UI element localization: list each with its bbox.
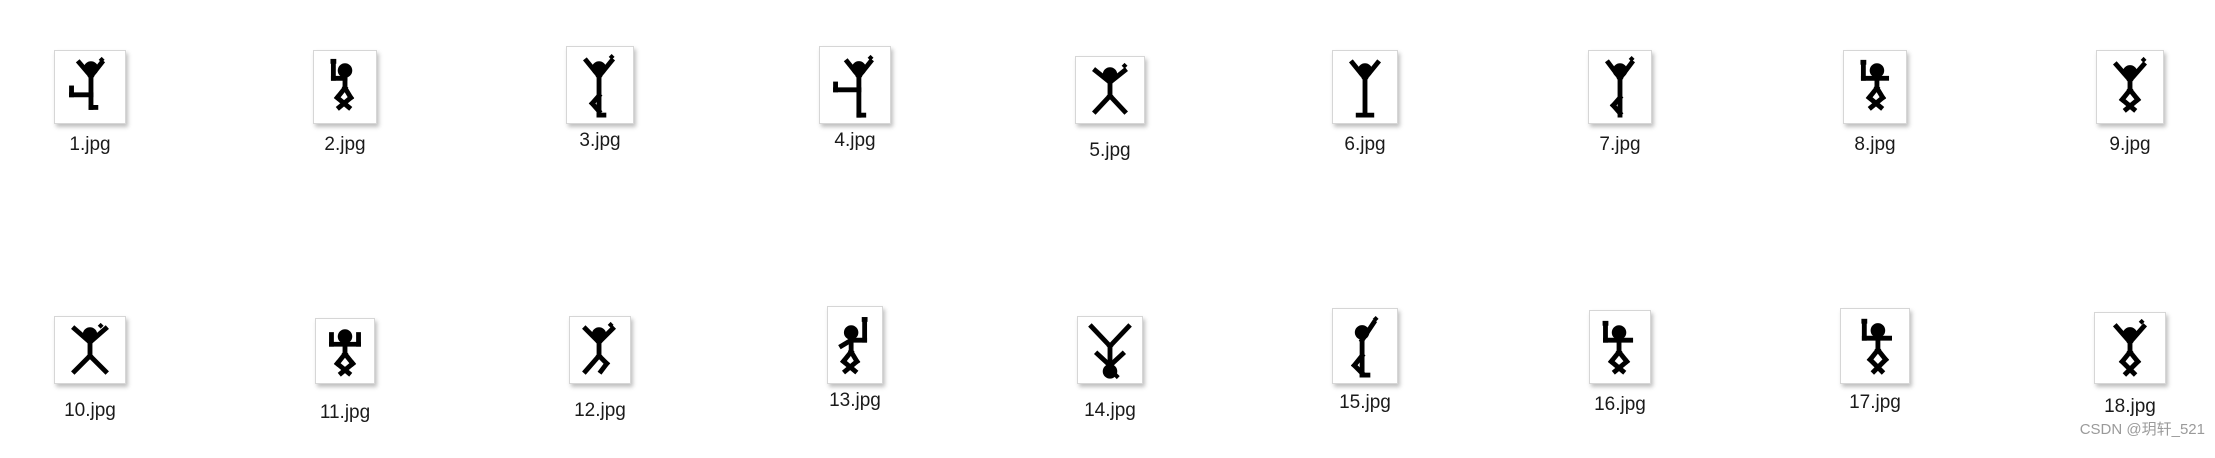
file-item[interactable]: 4.jpg — [785, 46, 925, 186]
file-item[interactable]: 11.jpg — [275, 318, 415, 458]
image-thumbnail[interactable] — [827, 306, 883, 384]
dancing-figure-icon — [1088, 323, 1132, 380]
dancing-figure-icon — [1092, 62, 1128, 115]
file-name: 17.jpg — [1849, 392, 1901, 413]
file-name: 15.jpg — [1339, 392, 1391, 413]
dancing-figure-icon — [69, 56, 106, 110]
file-name: 9.jpg — [2109, 134, 2151, 155]
dancing-figure-icon — [1350, 315, 1379, 378]
dancing-figure-icon — [833, 54, 874, 118]
file-name: 7.jpg — [1599, 134, 1641, 155]
image-thumbnail[interactable] — [569, 316, 631, 384]
image-thumbnail[interactable] — [1077, 316, 1143, 384]
file-name: 10.jpg — [64, 400, 116, 421]
file-item[interactable]: 15.jpg — [1295, 308, 1435, 448]
image-thumbnail[interactable] — [313, 50, 377, 124]
file-name: 11.jpg — [319, 402, 371, 423]
dancing-figure-icon — [838, 317, 868, 375]
file-name: 1.jpg — [69, 134, 111, 155]
file-item[interactable]: 5.jpg — [1040, 56, 1180, 196]
file-name: 12.jpg — [574, 400, 626, 421]
file-item[interactable]: 17.jpg — [1805, 308, 1945, 448]
dancing-figure-icon — [1348, 59, 1382, 118]
image-thumbnail[interactable] — [1589, 310, 1651, 384]
dancing-figure-icon — [71, 322, 109, 375]
dancing-figure-icon — [330, 58, 355, 111]
file-name: 5.jpg — [1089, 140, 1131, 161]
file-item[interactable]: 6.jpg — [1295, 50, 1435, 190]
dancing-figure-icon — [1861, 318, 1892, 375]
image-thumbnail[interactable] — [54, 50, 126, 124]
image-thumbnail[interactable] — [1332, 50, 1398, 124]
file-item[interactable]: 2.jpg — [275, 50, 415, 190]
image-thumbnail[interactable] — [1332, 308, 1398, 384]
file-explorer-view: 1.jpg 2.jpg 3.jpg 4.jpg 5.jpg 6.jpg 7.jp… — [0, 0, 2215, 457]
image-thumbnail[interactable] — [2096, 50, 2164, 124]
image-thumbnail[interactable] — [315, 318, 375, 384]
image-thumbnail[interactable] — [1588, 50, 1652, 124]
file-name: 16.jpg — [1594, 394, 1646, 415]
file-name: 14.jpg — [1084, 400, 1136, 421]
watermark: CSDN @玥轩_521 — [2079, 421, 2205, 438]
file-name: 8.jpg — [1854, 134, 1896, 155]
file-item[interactable]: 12.jpg — [530, 316, 670, 456]
file-item[interactable]: 14.jpg — [1040, 316, 1180, 456]
image-thumbnail[interactable] — [2094, 312, 2166, 384]
image-thumbnail[interactable] — [54, 316, 126, 384]
dancing-figure-icon — [1860, 59, 1890, 111]
file-name: 2.jpg — [324, 134, 366, 155]
file-item[interactable]: 9.jpg — [2060, 50, 2200, 190]
image-thumbnail[interactable] — [1075, 56, 1145, 124]
file-item[interactable]: 1.jpg — [20, 50, 160, 190]
image-thumbnail[interactable] — [566, 46, 634, 124]
image-thumbnail[interactable] — [1843, 50, 1907, 124]
file-name: 6.jpg — [1344, 134, 1386, 155]
dancing-figure-icon — [329, 329, 361, 377]
file-item[interactable]: 16.jpg — [1550, 310, 1690, 450]
image-thumbnail[interactable] — [1840, 308, 1910, 384]
file-name: 18.jpg — [2104, 396, 2156, 417]
dancing-figure-icon — [582, 53, 616, 118]
dancing-figure-icon — [2112, 318, 2148, 377]
dancing-figure-icon — [1604, 56, 1636, 118]
image-thumbnail[interactable] — [819, 46, 891, 124]
file-name: 4.jpg — [834, 130, 876, 151]
file-item[interactable]: 8.jpg — [1805, 50, 1945, 190]
file-item[interactable]: 13.jpg — [785, 306, 925, 446]
file-item[interactable]: 3.jpg — [530, 46, 670, 186]
dancing-figure-icon — [582, 321, 617, 375]
file-item[interactable]: 7.jpg — [1550, 50, 1690, 190]
dancing-figure-icon — [2112, 56, 2148, 113]
file-name: 3.jpg — [579, 130, 621, 151]
file-name: 13.jpg — [829, 390, 881, 411]
dancing-figure-icon — [1602, 320, 1634, 375]
file-item[interactable]: 10.jpg — [20, 316, 160, 456]
